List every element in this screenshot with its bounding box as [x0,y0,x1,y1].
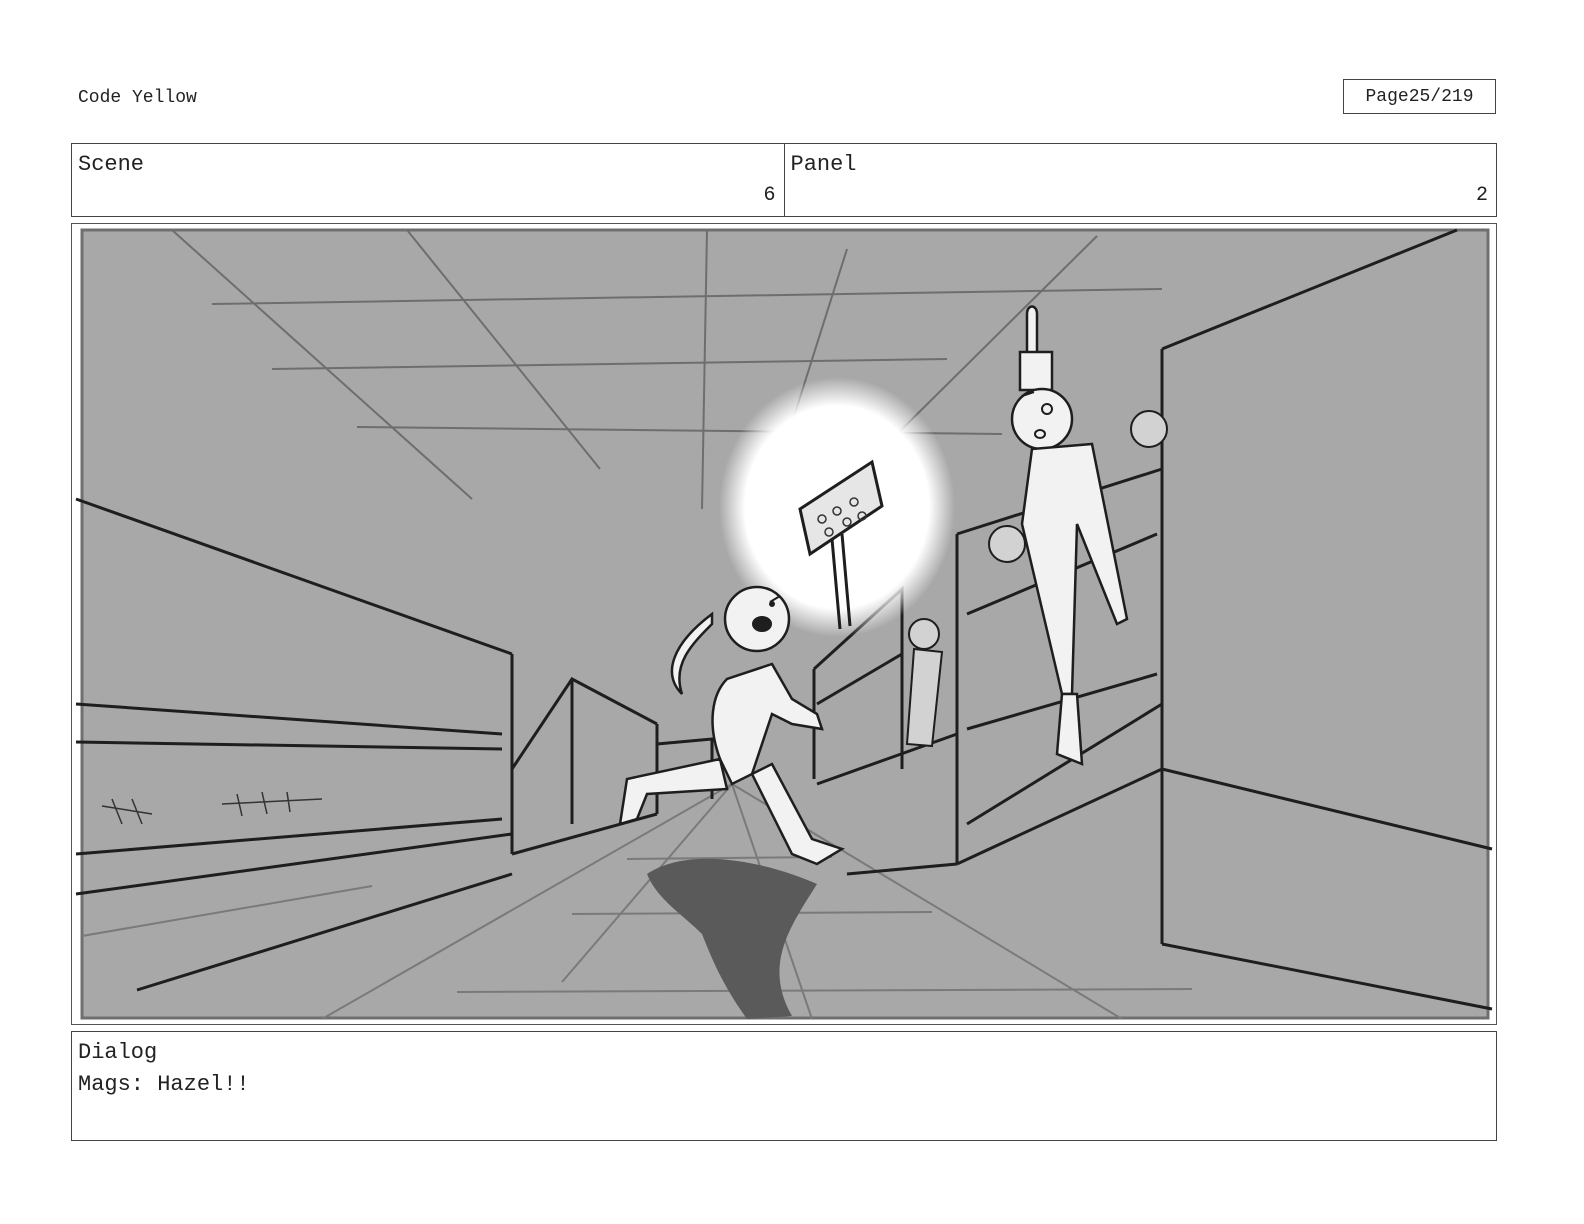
panel-number: 2 [1475,184,1488,207]
document-title: Code Yellow [78,88,197,108]
dialog-box: Dialog Mags: Hazel!! [71,1031,1497,1141]
page-label: Page [1365,86,1409,107]
dialog-label: Dialog [78,1040,158,1065]
scene-panel-header: Scene 6 Panel 2 [71,143,1497,217]
storyboard-frame [71,223,1497,1025]
scene-number: 6 [763,184,776,207]
scene-cell: Scene 6 [72,144,784,216]
panel-cell: Panel 2 [783,144,1497,216]
page-indicator: Page 25/219 [1343,79,1496,114]
page-number: 25/219 [1408,86,1474,107]
panel-label: Panel [790,152,857,177]
dialog-text: Mags: Hazel!! [78,1072,250,1097]
scene-label: Scene [78,152,145,177]
storyboard-sketch [75,228,1493,1020]
